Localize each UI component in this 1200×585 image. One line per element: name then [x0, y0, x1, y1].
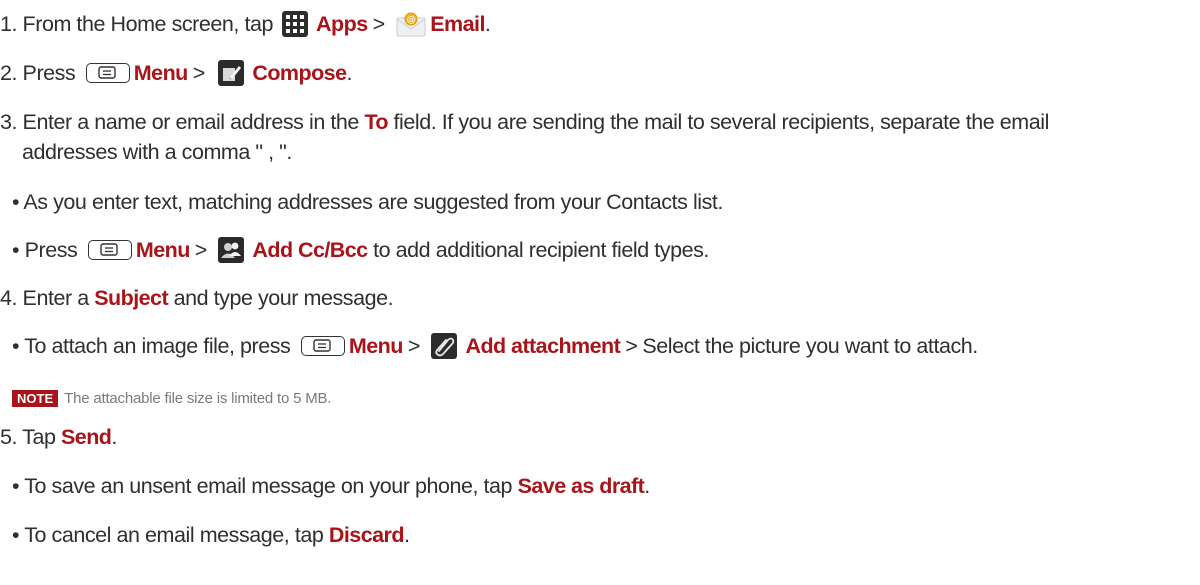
- apps-grid-icon: [281, 11, 308, 37]
- note-badge: NOTE: [12, 390, 59, 407]
- step-3-text: 3. Enter a name or email address in the: [0, 110, 365, 134]
- add-attachment-label: Add attachment: [465, 334, 621, 358]
- send-label: Send: [61, 425, 112, 449]
- bullet-contacts: • As you enter text, matching addresses …: [12, 190, 723, 214]
- period: .: [346, 61, 353, 85]
- bullet-text-rest: to add additional recipient field types.: [367, 238, 709, 262]
- bullet-attach: • To attach an image file, press Menu > A…: [12, 332, 978, 360]
- separator-arrow: >: [372, 12, 386, 36]
- add-cc-bcc-label: Add Cc/Bcc: [252, 238, 368, 262]
- step-2-text: 2. Press: [0, 61, 81, 85]
- step-3-line-2: addresses with a comma " , ".: [22, 140, 292, 164]
- note: NOTE The attachable file size is limited …: [12, 382, 331, 413]
- period: .: [111, 425, 117, 449]
- period: .: [403, 523, 410, 547]
- step-4-text: 4. Enter a: [0, 286, 95, 310]
- add-recipients-icon: [217, 237, 244, 263]
- compose-pencil-icon: [217, 60, 244, 86]
- step-3-rest: field. If you are sending the mail to se…: [388, 110, 1050, 134]
- step-1-text: 1. From the Home screen, tap: [0, 12, 279, 36]
- step-4: 4. Enter a Subject and type your message…: [0, 284, 394, 312]
- bullet-discard: • To cancel an email message, tap Discar…: [12, 521, 410, 549]
- svg-text:@: @: [406, 15, 415, 25]
- separator-arrow: >: [407, 334, 421, 358]
- period: .: [484, 12, 491, 36]
- step-4-rest: and type your message.: [168, 286, 394, 310]
- paperclip-icon: [430, 333, 457, 359]
- subject-label: Subject: [94, 286, 169, 310]
- to-label: To: [364, 110, 389, 134]
- menu-key-icon: [300, 336, 345, 356]
- period: .: [644, 474, 650, 498]
- note-text: The attachable file size is limited to 5…: [64, 390, 332, 407]
- email-label: Email: [430, 12, 485, 36]
- apps-label: Apps: [316, 12, 368, 36]
- menu-label: Menu: [348, 334, 403, 358]
- menu-label: Menu: [135, 238, 190, 262]
- bullet-text-rest: Select the picture you want to attach.: [642, 334, 978, 358]
- step-5-text: 5. Tap: [0, 425, 62, 449]
- discard-label: Discard: [328, 523, 405, 547]
- menu-key-icon: [87, 240, 132, 260]
- compose-label: Compose: [252, 61, 347, 85]
- step-2: 2. Press Menu > Compose.: [0, 59, 352, 87]
- bullet-save-draft: • To save an unsent email message on you…: [12, 472, 650, 500]
- menu-label: Menu: [133, 61, 188, 85]
- bullet-text: • Press: [12, 238, 83, 262]
- menu-key-icon: [85, 63, 130, 83]
- bullet-text: • To cancel an email message, tap: [12, 523, 329, 547]
- save-as-draft-label: Save as draft: [517, 474, 645, 498]
- separator-arrow: >: [625, 334, 638, 358]
- instructions-page: 1. From the Home screen, tap Apps > @ Ema…: [0, 0, 1200, 585]
- step-3: 3. Enter a name or email address in the …: [0, 108, 1049, 136]
- step-1: 1. From the Home screen, tap Apps > @ Ema…: [0, 10, 491, 38]
- bullet-text: • To save an unsent email message on you…: [12, 474, 518, 498]
- bullet-text: • To attach an image file, press: [12, 334, 296, 358]
- separator-arrow: >: [194, 238, 208, 262]
- email-envelope-icon: @: [396, 11, 426, 37]
- step-5: 5. Tap Send.: [0, 423, 117, 451]
- bullet-add-cc: • Press Menu > Add Cc/Bcc to add addition…: [12, 236, 709, 264]
- separator-arrow: >: [192, 61, 206, 85]
